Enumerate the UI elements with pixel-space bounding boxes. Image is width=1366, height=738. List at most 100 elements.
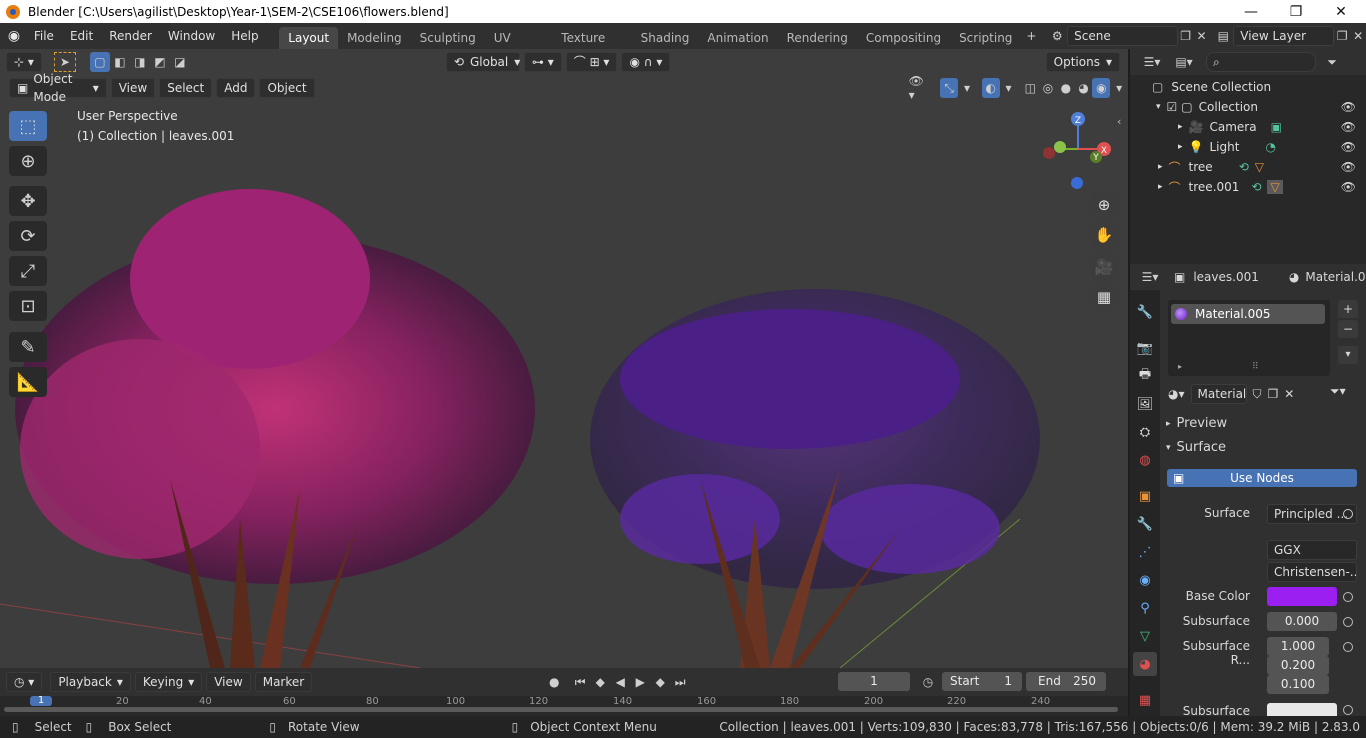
base-color-socket-icon[interactable]	[1343, 592, 1353, 602]
delete-view-layer-icon[interactable]: ✕	[1350, 26, 1366, 46]
timeline-editor-type-icon[interactable]: ◷ ▾	[6, 672, 43, 692]
rendered-shading-icon[interactable]: ◉	[1092, 78, 1111, 98]
outliner-editor-type-icon[interactable]: ☰▾	[1142, 52, 1162, 72]
new-scene-icon[interactable]: ❐	[1178, 26, 1194, 46]
scene-selector-icon[interactable]: ⚙	[1049, 26, 1065, 46]
subsurface-field[interactable]: 0.000	[1267, 612, 1337, 631]
checkbox-icon[interactable]: ☑	[1167, 100, 1178, 114]
scene-tab-icon[interactable]: ⛭	[1133, 420, 1157, 444]
tab-rendering[interactable]: Rendering	[778, 27, 857, 49]
sidebar-toggle-icon[interactable]: ‹	[1117, 115, 1121, 128]
preview-range-icon[interactable]: ◷	[918, 672, 938, 692]
tab-compositing[interactable]: Compositing	[857, 27, 950, 49]
overlay-dropdown-icon[interactable]: ▾	[1000, 78, 1018, 98]
measure-tool[interactable]: 📐	[9, 367, 47, 397]
timeline-view-menu[interactable]: View	[206, 672, 251, 692]
duplicate-material-icon[interactable]: ❐	[1268, 387, 1279, 401]
select-box-tool[interactable]: ⬚	[9, 111, 47, 141]
record-icon[interactable]: ●	[544, 672, 564, 692]
minimize-button[interactable]: —	[1228, 0, 1274, 23]
solid-shading-icon[interactable]: ●	[1057, 78, 1075, 98]
node-filter-icon[interactable]: ⏷▾	[1330, 384, 1346, 399]
timeline-ruler[interactable]: 1 20 40 60 80 100 120 140 160 180 200 22…	[0, 696, 1128, 716]
tab-scripting[interactable]: Scripting	[950, 27, 1021, 49]
preview-panel-header[interactable]: ▸ Preview	[1166, 416, 1227, 431]
new-view-layer-icon[interactable]: ❐	[1334, 26, 1350, 46]
eye-icon[interactable]: 👁	[1341, 180, 1356, 194]
eye-icon[interactable]: 👁	[1341, 100, 1356, 114]
outliner-item-camera[interactable]: ▸ 🎥 Camera ▣ 👁	[1130, 117, 1366, 137]
tab-sculpting[interactable]: Sculpting	[411, 27, 485, 49]
object-mode-dropdown[interactable]: ▣ Object Mode ▾	[9, 72, 107, 104]
material-slot-list[interactable]: Material.005 ▸ ⠿	[1168, 300, 1330, 376]
playhead[interactable]: 1	[30, 696, 52, 706]
output-tab-icon[interactable]: 🖶	[1133, 364, 1157, 388]
marker-menu[interactable]: Marker	[254, 672, 313, 692]
subsurface-color-socket-icon[interactable]	[1343, 705, 1353, 715]
surface-panel-header[interactable]: ▾ Surface	[1166, 440, 1226, 455]
outliner-scene-collection[interactable]: ▢ Scene Collection	[1130, 77, 1366, 97]
physics-tab-icon[interactable]: ◉	[1133, 568, 1157, 592]
texture-tab-icon[interactable]: ▦	[1133, 688, 1157, 712]
expand-arrow-icon[interactable]: ▸	[1178, 122, 1183, 132]
next-keyframe-icon[interactable]: ◆	[650, 672, 670, 692]
shading-dropdown-icon[interactable]: ▾	[1110, 78, 1128, 98]
tab-uv-editing[interactable]: UV Editing	[485, 27, 553, 67]
jump-start-icon[interactable]: ⏮	[570, 672, 590, 692]
overlay-toggle-icon[interactable]: ◐	[981, 78, 1000, 98]
current-frame-field[interactable]: 1	[838, 672, 910, 691]
options-dropdown[interactable]: Options ▾	[1045, 52, 1120, 72]
modifier-tab-icon[interactable]: 🔧	[1133, 512, 1157, 536]
select-invert-icon[interactable]: ◩	[150, 52, 170, 72]
filter-icon[interactable]: ⏷	[1322, 52, 1342, 72]
select-extend-icon[interactable]: ◧	[110, 52, 130, 72]
scene-field[interactable]: Scene	[1067, 26, 1178, 46]
expand-arrow-icon[interactable]: ▾	[1156, 102, 1161, 112]
object-tab-icon[interactable]: ▣	[1133, 484, 1157, 508]
display-mode-icon[interactable]: ▤▾	[1174, 52, 1194, 72]
visibility-icon[interactable]: 👁▾	[909, 74, 927, 102]
remove-slot-button[interactable]: −	[1338, 320, 1358, 338]
playback-menu[interactable]: Playback ▾	[50, 672, 131, 692]
proportional-edit-icon[interactable]: ◉ ∩ ▾	[621, 52, 671, 72]
delete-scene-icon[interactable]: ✕	[1194, 26, 1210, 46]
object-menu[interactable]: Object	[259, 78, 315, 98]
tab-modeling[interactable]: Modeling	[338, 27, 411, 49]
zoom-icon[interactable]: ⊕	[1089, 190, 1119, 220]
expand-arrow-icon[interactable]: ▸	[1158, 182, 1163, 192]
material-browse-icon[interactable]: ◕▾	[1168, 387, 1185, 401]
subsurface-radius-socket-icon[interactable]	[1343, 642, 1353, 652]
add-workspace-icon[interactable]: +	[1023, 26, 1039, 46]
camera-view-icon[interactable]: 🎥	[1089, 252, 1119, 282]
cursor-tool[interactable]: ⊕	[9, 146, 47, 176]
slot-specials-button[interactable]: ▾	[1338, 346, 1358, 364]
view-layer-tab-icon[interactable]: 🖼	[1133, 392, 1157, 416]
prev-keyframe-icon[interactable]: ◆	[590, 672, 610, 692]
blender-menu-icon[interactable]: ◉	[6, 26, 22, 46]
gizmo-dropdown-icon[interactable]: ▾	[958, 78, 976, 98]
tab-animation[interactable]: Animation	[698, 27, 777, 49]
tab-layout[interactable]: Layout	[279, 27, 339, 49]
editor-type-icon[interactable]: ⊹ ▾	[6, 52, 42, 72]
outliner-item-collection[interactable]: ▾ ☑ ▢ Collection 👁	[1130, 97, 1366, 117]
expand-arrow-icon[interactable]: ▸	[1178, 142, 1183, 152]
properties-editor-type-icon[interactable]: ☰▾	[1140, 267, 1160, 287]
eye-icon[interactable]: 👁	[1341, 120, 1356, 134]
play-reverse-icon[interactable]: ◀	[610, 672, 630, 692]
close-button[interactable]: ✕	[1318, 0, 1364, 23]
tool-tab-icon[interactable]: 🔧	[1133, 300, 1157, 324]
3d-viewport[interactable]: ⊹ ▾ ➤ ▢ ◧ ◨ ◩ ◪ ⟲ Global ▾ ⊶ ▾ ⌒ ⊞ ▾ ◉ ∩…	[0, 49, 1128, 668]
subsurface-radius-z-field[interactable]: 0.100	[1267, 675, 1329, 694]
pivot-point-icon[interactable]: ⊶ ▾	[523, 52, 562, 72]
select-menu[interactable]: Select	[159, 78, 213, 98]
subsurface-method-dropdown[interactable]: Christensen-...	[1267, 562, 1357, 582]
menu-window[interactable]: Window	[160, 23, 223, 49]
unlink-material-icon[interactable]: ✕	[1284, 387, 1294, 401]
particles-tab-icon[interactable]: ⋰	[1133, 540, 1157, 564]
scale-tool[interactable]: ⤢	[9, 256, 47, 286]
resize-handle-icon[interactable]: ⠿	[1252, 362, 1259, 372]
outliner-item-light[interactable]: ▸ 💡 Light ◔ 👁	[1130, 137, 1366, 157]
material-shading-icon[interactable]: ◕	[1075, 78, 1093, 98]
distribution-dropdown[interactable]: GGX	[1267, 540, 1357, 560]
rotate-tool[interactable]: ⟳	[9, 221, 47, 251]
